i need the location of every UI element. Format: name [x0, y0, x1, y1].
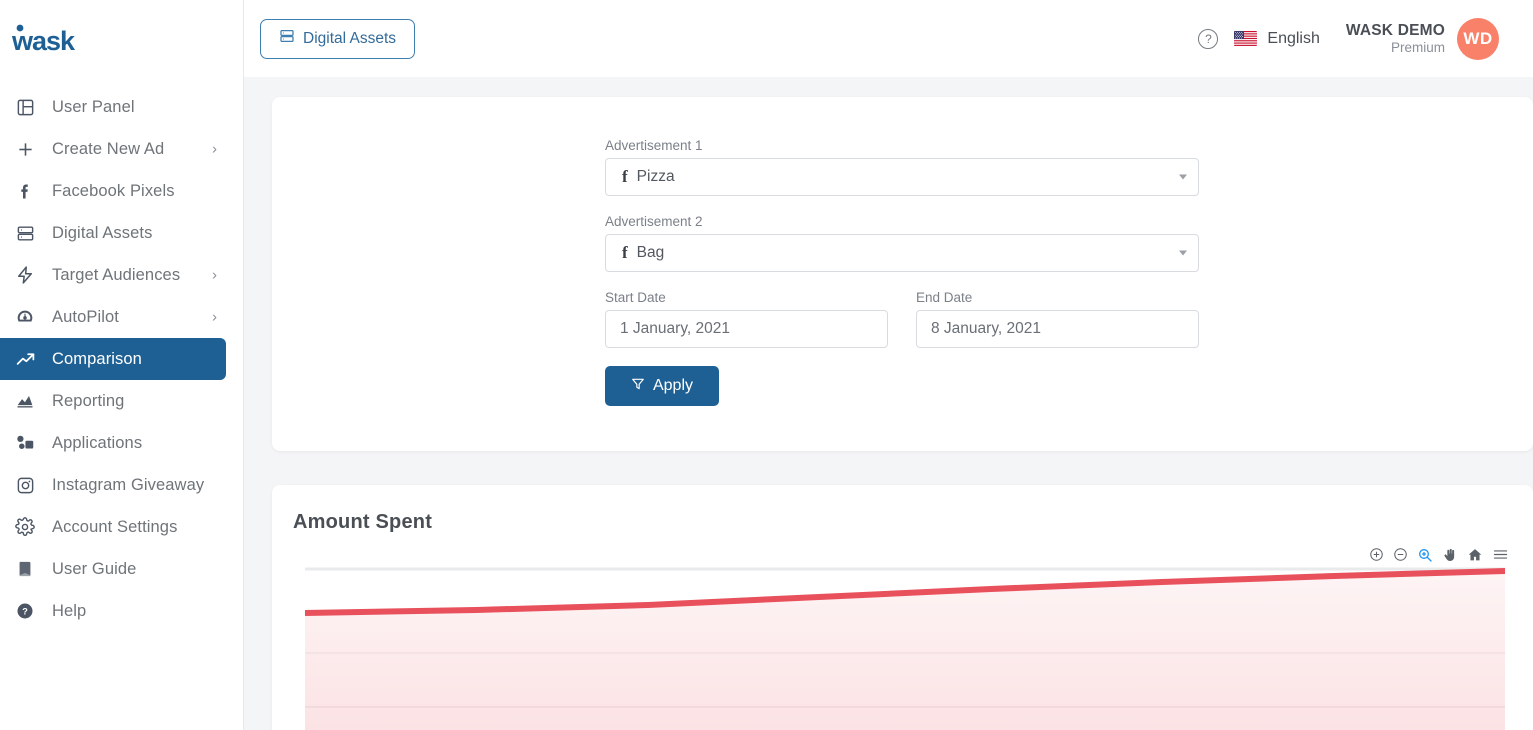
selection-zoom-icon[interactable] [1417, 547, 1433, 563]
content-scroll-area: Advertisement 1 f Pizza Advertisement 2 … [244, 77, 1533, 730]
apply-button[interactable]: Apply [605, 366, 719, 406]
amount-spent-chart-card: Amount Spent [272, 485, 1533, 730]
chevron-right-icon: › [212, 140, 217, 158]
sidebar-item-label: Reporting [52, 391, 125, 410]
facebook-icon: f [622, 243, 628, 262]
sidebar-item-target-audiences[interactable]: Target Audiences › [0, 254, 243, 296]
sidebar-item-digital-assets[interactable]: Digital Assets [0, 212, 243, 254]
end-date-label: End Date [916, 290, 973, 305]
advertisement-1-label: Advertisement 1 [605, 138, 703, 153]
avatar[interactable]: WD [1457, 17, 1499, 60]
sidebar-nav: User Panel Create New Ad › Facebook Pixe [0, 86, 243, 632]
start-date-input[interactable]: 1 January, 2021 [605, 310, 888, 348]
chart-toolbar [1369, 546, 1509, 563]
facebook-icon [10, 178, 40, 204]
wask-logo[interactable]: wask [0, 0, 243, 62]
sidebar-item-label: Account Settings [52, 517, 178, 536]
amount-spent-area-chart [305, 567, 1508, 730]
start-date-value: 1 January, 2021 [620, 320, 731, 337]
account-name: WASK DEMO [1345, 21, 1445, 39]
sidebar-item-user-panel[interactable]: User Panel [0, 86, 243, 128]
chevron-right-icon: › [212, 308, 217, 326]
sidebar-item-label: Digital Assets [52, 223, 153, 242]
pan-icon[interactable] [1442, 547, 1458, 563]
sidebar: wask User Panel Create New Ad › Facebook… [0, 0, 244, 730]
sidebar-item-label: AutoPilot [52, 307, 119, 326]
language-selector[interactable]: English [1267, 30, 1319, 48]
sidebar-item-reporting[interactable]: Reporting [0, 380, 243, 422]
reset-home-icon[interactable] [1467, 547, 1483, 563]
sidebar-item-autopilot[interactable]: AutoPilot › [0, 296, 243, 338]
main-area: Digital Assets ? English WASK DEMO Premi… [244, 0, 1533, 730]
end-date-input[interactable]: 8 January, 2021 [916, 310, 1199, 348]
bolt-icon [10, 262, 40, 288]
gear-icon [10, 514, 40, 540]
sidebar-item-label: Applications [52, 433, 143, 452]
chart-icon [10, 388, 40, 414]
comparison-filter-card: Advertisement 1 f Pizza Advertisement 2 … [272, 97, 1533, 451]
question-mark-icon[interactable]: ? [1198, 28, 1219, 49]
filter-funnel-icon [631, 377, 645, 396]
us-flag-icon [1234, 31, 1258, 46]
zoom-in-icon[interactable] [1369, 547, 1384, 562]
chart-plot-area[interactable] [305, 567, 1533, 730]
digital-assets-page-button[interactable]: Digital Assets [260, 18, 416, 59]
sidebar-item-help[interactable]: ? Help [0, 590, 243, 632]
sidebar-item-label: Help [52, 601, 87, 620]
chart-title: Amount Spent [293, 511, 433, 533]
sidebar-item-account-settings[interactable]: Account Settings [0, 506, 243, 548]
menu-icon[interactable] [1492, 546, 1509, 563]
chevron-down-icon [1179, 174, 1187, 180]
facebook-icon: f [622, 167, 628, 186]
advertisement-2-select[interactable]: f Bag [605, 234, 1199, 272]
sidebar-item-create-new-ad[interactable]: Create New Ad › [0, 128, 243, 170]
topbar-right-cluster: ? English WASK DEMO Premium WD [1198, 17, 1517, 60]
layout-icon [10, 94, 40, 120]
advertisement-1-select[interactable]: f Pizza [605, 158, 1199, 196]
sidebar-item-label: User Panel [52, 97, 135, 116]
sidebar-item-label: User Guide [52, 559, 137, 578]
svg-text:wask: wask [11, 26, 76, 56]
sidebar-item-instagram-giveaway[interactable]: Instagram Giveaway [0, 464, 243, 506]
instagram-icon [10, 472, 40, 498]
sidebar-item-label: Instagram Giveaway [52, 475, 205, 494]
end-date-group: End Date 8 January, 2021 [916, 290, 1199, 348]
sidebar-item-label: Comparison [52, 349, 142, 368]
sidebar-item-facebook-pixels[interactable]: Facebook Pixels [0, 170, 243, 212]
sidebar-item-comparison[interactable]: Comparison [0, 338, 226, 380]
topbar: Digital Assets ? English WASK DEMO Premi… [244, 0, 1533, 77]
end-date-value: 8 January, 2021 [931, 320, 1042, 337]
trend-up-icon [10, 346, 40, 372]
start-date-label: Start Date [605, 290, 666, 305]
sidebar-item-label: Create New Ad [52, 139, 165, 158]
sidebar-item-user-guide[interactable]: User Guide [0, 548, 243, 590]
start-date-group: Start Date 1 January, 2021 [605, 290, 888, 348]
apply-button-label: Apply [652, 377, 694, 394]
account-plan: Premium [1390, 39, 1445, 55]
advertisement-2-value: Bag [636, 244, 665, 261]
book-icon [10, 556, 40, 582]
help-icon: ? [10, 598, 40, 624]
advertisement-1-group: Advertisement 1 f Pizza [605, 138, 1199, 196]
zoom-out-icon[interactable] [1393, 547, 1408, 562]
server-icon [10, 220, 40, 246]
server-icon [279, 28, 295, 49]
advertisement-1-value: Pizza [636, 168, 675, 185]
sidebar-item-applications[interactable]: Applications [0, 422, 243, 464]
advertisement-2-group: Advertisement 2 f Bag [605, 214, 1199, 272]
app-root: wask User Panel Create New Ad › Facebook… [0, 0, 1533, 730]
svg-text:?: ? [22, 607, 28, 617]
plus-icon [10, 136, 40, 162]
gauge-icon [10, 304, 40, 330]
chevron-right-icon: › [212, 266, 217, 284]
account-info[interactable]: WASK DEMO Premium [1346, 22, 1445, 55]
chevron-down-icon [1179, 250, 1187, 256]
advertisement-2-label: Advertisement 2 [605, 214, 703, 229]
apps-icon [10, 430, 40, 456]
sidebar-item-label: Target Audiences [52, 265, 181, 284]
sidebar-item-label: Facebook Pixels [52, 181, 175, 200]
digital-assets-page-button-label: Digital Assets [303, 29, 397, 47]
